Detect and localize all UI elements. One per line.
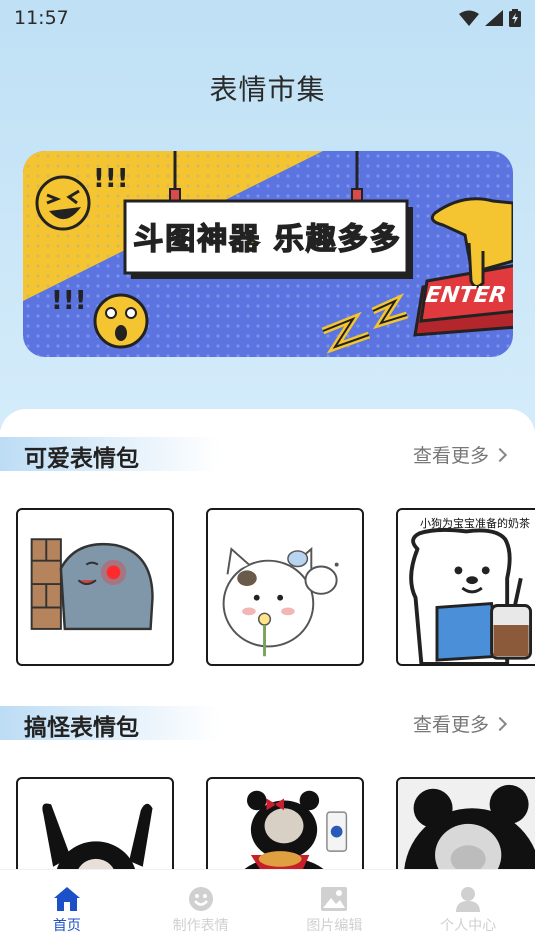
dog-with-milk-tea-sticker[interactable]: 小狗为宝宝准备的奶茶 bbox=[396, 508, 535, 666]
nav-label: 制作表情 bbox=[172, 918, 229, 934]
enter-key-label: ENTER bbox=[424, 282, 508, 308]
nav-label: 图片编辑 bbox=[306, 918, 363, 934]
chevron-right-icon bbox=[492, 447, 508, 462]
section-header-cute: 可爱表情包 查看更多 bbox=[0, 437, 535, 472]
grey-blob-peeking-wall-sticker[interactable] bbox=[16, 508, 174, 666]
nav-item-make-sticker[interactable]: 制作表情 bbox=[134, 870, 268, 951]
section-header-funny: 搞怪表情包 查看更多 bbox=[0, 706, 535, 741]
chevron-right-icon bbox=[492, 716, 508, 731]
svg-text:!!!: !!! bbox=[93, 164, 129, 194]
page-title: 表情市集 bbox=[209, 73, 326, 106]
sticker-row-cute: 小狗为宝宝准备的奶茶 bbox=[0, 508, 535, 668]
view-more-button[interactable]: 查看更多 bbox=[412, 441, 508, 468]
content-panel: 可爱表情包 查看更多 小狗为宝宝准备的奶茶 搞怪表情包 查看更多 bbox=[0, 409, 535, 935]
nav-label: 首页 bbox=[52, 918, 81, 934]
section-title: 可爱表情包 bbox=[24, 446, 139, 472]
home-icon bbox=[53, 887, 80, 911]
nav-label: 个人中心 bbox=[440, 918, 497, 934]
promo-banner[interactable]: !!! !!! 斗图神器 乐趣多多 ENTER bbox=[23, 151, 513, 357]
nav-item-home[interactable]: 首页 bbox=[0, 870, 134, 951]
bottom-nav: 首页 制作表情 图片编辑 个人中心 bbox=[0, 869, 535, 951]
signal-icon bbox=[485, 10, 503, 26]
wifi-icon bbox=[459, 10, 479, 26]
smiley-icon bbox=[188, 887, 213, 911]
status-icons bbox=[459, 9, 521, 27]
banner-title: 斗图神器 乐趣多多 bbox=[133, 221, 402, 258]
sticker-caption: 小狗为宝宝准备的奶茶 bbox=[420, 517, 530, 530]
status-bar: 11:57 bbox=[0, 0, 535, 36]
nav-item-profile[interactable]: 个人中心 bbox=[401, 870, 535, 951]
svg-text:!!!: !!! bbox=[51, 286, 87, 316]
view-more-label: 查看更多 bbox=[412, 714, 489, 736]
white-cat-holding-flower-sticker[interactable] bbox=[206, 508, 364, 666]
battery-icon bbox=[509, 9, 521, 27]
view-more-button[interactable]: 查看更多 bbox=[412, 710, 508, 737]
view-more-label: 查看更多 bbox=[412, 445, 489, 467]
status-time: 11:57 bbox=[14, 7, 69, 29]
nav-item-image-edit[interactable]: 图片编辑 bbox=[268, 870, 402, 951]
person-icon bbox=[456, 887, 481, 912]
section-title: 搞怪表情包 bbox=[24, 715, 139, 741]
image-icon bbox=[321, 887, 348, 911]
